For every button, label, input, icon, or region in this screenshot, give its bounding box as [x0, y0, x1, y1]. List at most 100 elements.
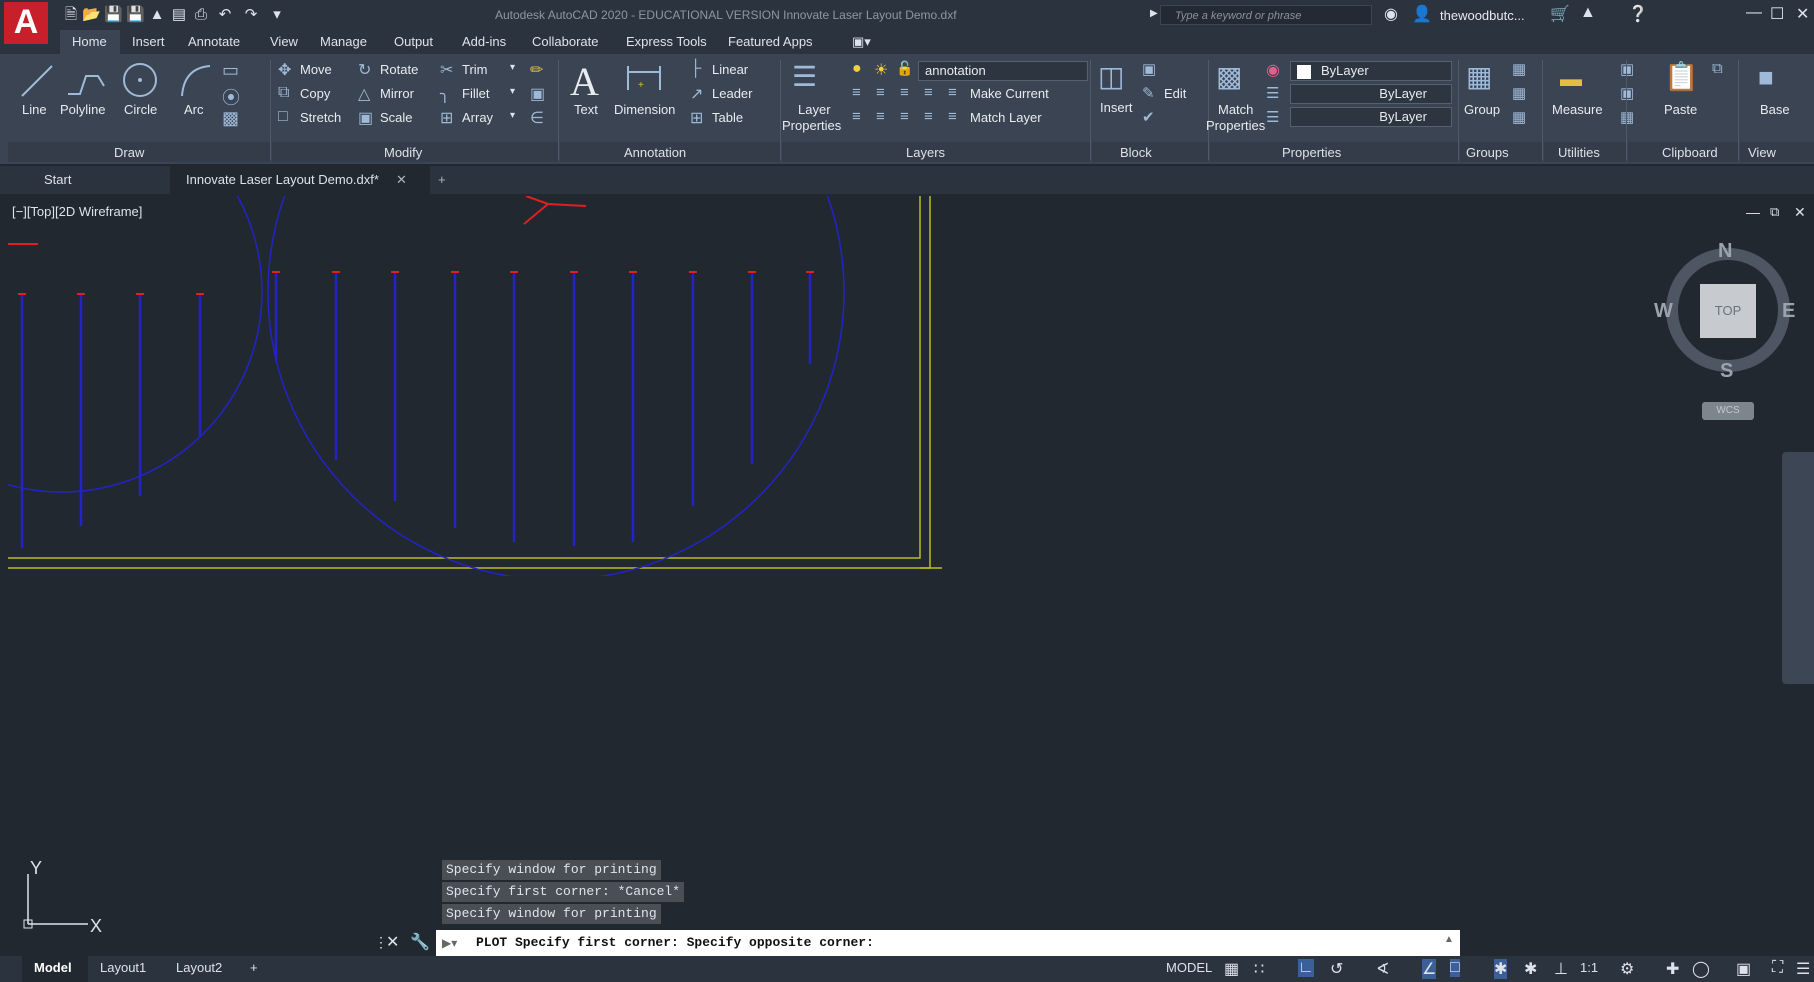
binoculars-icon[interactable]: ◉ — [1384, 4, 1398, 24]
fullscreen-icon[interactable]: ⛶ — [1772, 959, 1783, 977]
layout-tab-model[interactable]: Model — [34, 960, 72, 975]
panel-title-view[interactable]: View — [1748, 145, 1776, 160]
customization-menu-icon[interactable]: ☰ — [1796, 959, 1810, 979]
color-dropdown[interactable]: ByLayer — [1290, 61, 1452, 81]
redo-icon[interactable]: ↷ — [242, 6, 260, 23]
recent-commands-icon[interactable]: ▶▾ — [442, 936, 457, 950]
quick-select-icon[interactable]: ▣ — [1620, 60, 1634, 78]
cart-icon[interactable]: 🛒 — [1550, 4, 1570, 24]
ortho-icon[interactable]: ∟ — [1298, 959, 1314, 977]
layer-tool-icon[interactable]: ≡ — [876, 108, 885, 125]
viewcube-top-face[interactable]: TOP — [1700, 284, 1756, 338]
match-properties-label-1[interactable]: Match — [1218, 102, 1253, 117]
dimension-button[interactable]: Dimension — [614, 102, 675, 117]
customize-toolbar-icon[interactable]: ▾ — [268, 6, 286, 23]
document-tab-label[interactable]: Innovate Laser Layout Demo.dxf* — [186, 172, 379, 187]
make-current-button[interactable]: Make Current — [970, 86, 1049, 101]
layer-properties-label-1[interactable]: Layer — [798, 102, 831, 117]
copy-clip-icon[interactable]: ⧉ — [1712, 60, 1723, 77]
new-layout-button[interactable]: + — [250, 960, 258, 975]
isodraft-icon[interactable]: ∢ — [1376, 959, 1389, 979]
edit-block-button[interactable]: Edit — [1164, 86, 1186, 101]
fillet-dropdown-icon[interactable]: ▾ — [510, 86, 515, 97]
tab-output[interactable]: Output — [394, 34, 433, 49]
polar-icon[interactable]: ↺ — [1330, 959, 1343, 979]
panel-title-block[interactable]: Block — [1120, 145, 1152, 160]
lineweight-dropdown[interactable]: ByLayer — [1290, 107, 1452, 127]
hatch-icon[interactable]: ⦿ — [222, 84, 240, 110]
group-edit-icon[interactable]: ▦ — [1512, 84, 1526, 102]
annotation-scale-value[interactable]: 1:1 — [1580, 960, 1598, 975]
ribbon-options-icon[interactable]: ▣▾ — [852, 34, 871, 50]
plot-icon[interactable]: ⎙ — [192, 6, 210, 23]
polyline-button[interactable]: Polyline — [60, 102, 106, 117]
close-window-icon[interactable]: ✕ — [1796, 4, 1809, 24]
snap-icon[interactable]: ∷ — [1254, 959, 1264, 979]
match-layer-button[interactable]: Match Layer — [970, 110, 1042, 125]
command-line-input[interactable]: PLOT Specify first corner: Specify oppos… — [436, 930, 1460, 956]
explode-icon[interactable]: ▣ — [530, 84, 545, 104]
linear-button[interactable]: Linear — [712, 62, 748, 77]
tab-view[interactable]: View — [270, 34, 298, 49]
measure-button[interactable]: Measure — [1552, 102, 1603, 117]
commandline-customize-icon[interactable]: 🔧 — [410, 932, 430, 952]
close-tab-icon[interactable]: ✕ — [396, 172, 407, 188]
auto-scale-icon[interactable]: ✱ — [1524, 959, 1537, 979]
panel-title-properties[interactable]: Properties — [1282, 145, 1341, 160]
layer-tool-icon[interactable]: ≡ — [924, 108, 933, 125]
start-tab[interactable]: Start — [44, 172, 71, 187]
viewport-restore-icon[interactable]: ⧉ — [1770, 204, 1779, 220]
viewport-close-icon[interactable]: ✕ — [1794, 204, 1806, 221]
viewport-minimize-icon[interactable]: — — [1746, 204, 1760, 220]
leader-button[interactable]: Leader — [712, 86, 752, 101]
rotate-button[interactable]: Rotate — [380, 62, 418, 77]
panel-title-modify[interactable]: Modify — [384, 145, 422, 160]
block-attributes-icon[interactable]: ✔ — [1142, 108, 1155, 126]
group-button[interactable]: Group — [1464, 102, 1500, 117]
minimize-window-icon[interactable]: — — [1746, 4, 1762, 22]
annotation-monitor-icon[interactable]: ✚ — [1666, 959, 1679, 979]
select-all-icon[interactable]: ▣ — [1620, 84, 1634, 102]
paste-button[interactable]: Paste — [1664, 102, 1697, 117]
tab-insert[interactable]: Insert — [132, 34, 165, 49]
save-icon[interactable]: 💾 — [104, 6, 123, 23]
match-properties-label-2[interactable]: Properties — [1206, 118, 1265, 133]
layer-tool-icon[interactable]: ≡ — [852, 84, 861, 101]
text-button[interactable]: Text — [574, 102, 598, 117]
array-button[interactable]: Array — [462, 110, 493, 125]
compass-north[interactable]: N — [1718, 240, 1732, 263]
object-snap-icon[interactable]: □ — [1450, 959, 1460, 977]
linetype-dropdown[interactable]: ByLayer — [1290, 84, 1452, 104]
user-account-name[interactable]: thewoodbutc... — [1440, 8, 1525, 23]
web-upload-icon[interactable]: ▲ — [148, 6, 166, 23]
table-button[interactable]: Table — [712, 110, 743, 125]
compass-east[interactable]: E — [1782, 300, 1795, 323]
rectangle-icon[interactable]: ▭ — [222, 60, 239, 81]
commandline-close-icon[interactable]: ✕ — [386, 932, 399, 952]
workspace-gear-icon[interactable]: ⚙ — [1620, 959, 1634, 979]
tab-manage[interactable]: Manage — [320, 34, 367, 49]
share-icon[interactable]: ▤ — [170, 6, 188, 23]
tab-express-tools[interactable]: Express Tools — [626, 34, 707, 49]
offset-icon[interactable]: ∈ — [530, 108, 544, 128]
insert-button[interactable]: Insert — [1100, 100, 1133, 115]
layout-tab-layout2[interactable]: Layout2 — [176, 960, 222, 975]
create-block-icon[interactable]: ▣ — [1142, 60, 1156, 78]
group-select-icon[interactable]: ▦ — [1512, 108, 1526, 126]
viewport-controls-label[interactable]: [−][Top][2D Wireframe] — [12, 204, 142, 219]
layer-thaw-icon[interactable]: ☀ — [874, 60, 888, 80]
panel-title-layers[interactable]: Layers — [906, 145, 945, 160]
tab-annotate[interactable]: Annotate — [188, 34, 240, 49]
drawing-canvas[interactable] — [8, 196, 968, 576]
save-as-icon[interactable]: 💾 — [126, 6, 145, 23]
trim-button[interactable]: Trim — [462, 62, 488, 77]
wcs-menu[interactable]: WCS — [1702, 402, 1754, 420]
scale-button[interactable]: Scale — [380, 110, 413, 125]
trim-dropdown-icon[interactable]: ▾ — [510, 62, 515, 73]
command-history-toggle-icon[interactable]: ▲ — [1444, 934, 1454, 945]
open-folder-icon[interactable]: 📂 — [82, 6, 101, 23]
layer-unlock-icon[interactable]: 🔓 — [896, 60, 913, 77]
layer-dropdown[interactable]: annotation — [918, 61, 1088, 81]
layer-tool-icon[interactable]: ≡ — [876, 84, 885, 101]
mirror-button[interactable]: Mirror — [380, 86, 414, 101]
